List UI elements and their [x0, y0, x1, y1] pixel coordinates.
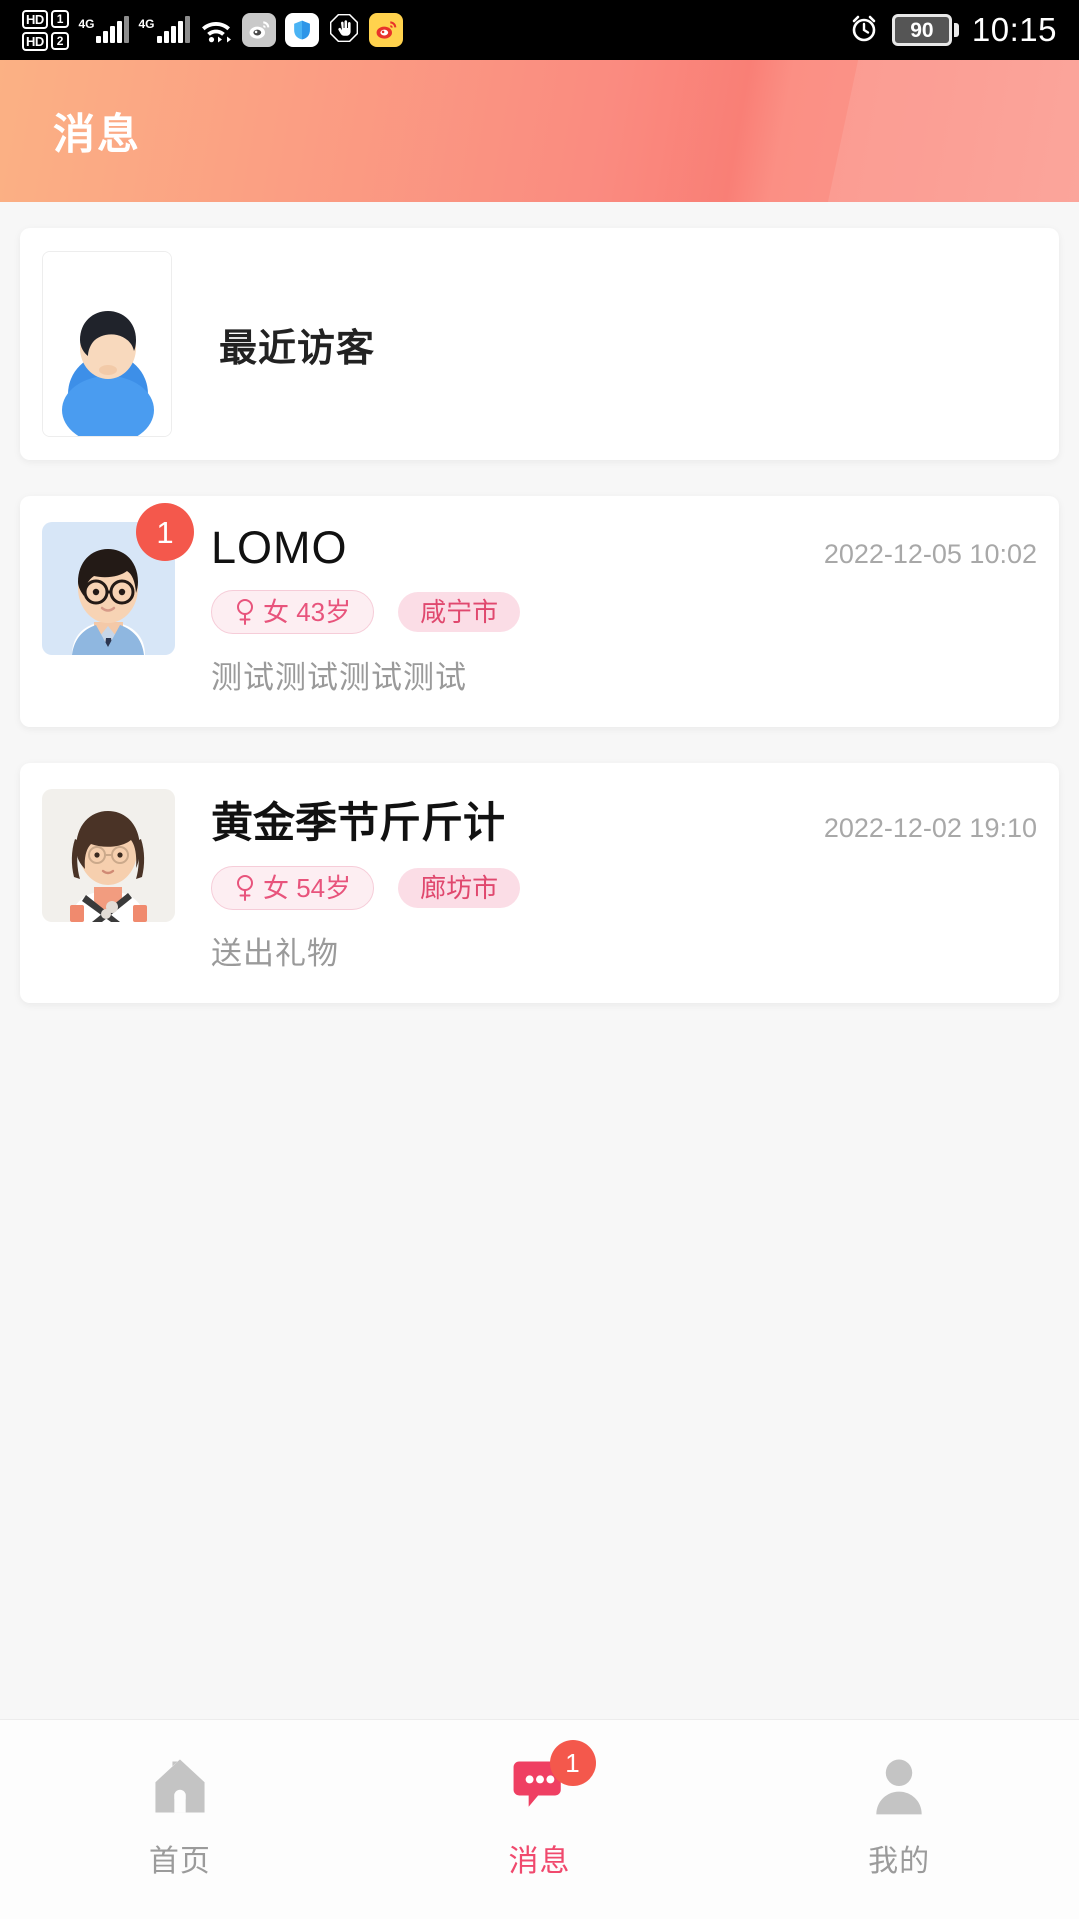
- message-timestamp: 2022-12-02 19:10: [806, 813, 1037, 844]
- message-timestamp: 2022-12-05 10:02: [806, 539, 1037, 570]
- message-header-row: LOMO 2022-12-05 10:02: [211, 522, 1037, 574]
- recent-visitors-label: 最近访客: [219, 317, 375, 372]
- dual-sim-hd-indicator: HD 1 HD 2: [22, 10, 69, 51]
- message-body: 黄金季节斤斤计 2022-12-02 19:10 女 54岁 廊坊市: [211, 789, 1037, 973]
- message-preview: 送出礼物: [211, 928, 1037, 973]
- person-icon: [863, 1750, 935, 1822]
- network-type-label-1: 4G: [78, 17, 94, 31]
- status-bar-right: 90 10:15: [849, 11, 1057, 49]
- avatar-wrapper[interactable]: [42, 789, 175, 922]
- page-header: 消息: [0, 60, 1079, 202]
- recent-visitors-card[interactable]: 最近访客: [20, 228, 1059, 460]
- tab-home[interactable]: 首页: [0, 1750, 360, 1880]
- home-icon: [144, 1750, 216, 1822]
- shield-icon: [285, 13, 319, 47]
- message-item-huangjinjijie[interactable]: 黄金季节斤斤计 2022-12-02 19:10 女 54岁 廊坊市: [20, 763, 1059, 1003]
- gender-age-label: 女 43岁: [263, 599, 351, 625]
- avatar-wrapper[interactable]: 1: [42, 522, 175, 655]
- battery-level-label: 90: [910, 20, 933, 41]
- city-tag: 咸宁市: [398, 592, 520, 632]
- venus-icon: [234, 874, 256, 902]
- signal-icon-sim2: 4G: [138, 17, 189, 43]
- signal-icon-sim1: 4G: [78, 17, 129, 43]
- alarm-icon: [849, 13, 879, 48]
- visitor-avatar[interactable]: [42, 251, 172, 437]
- stop-hand-icon: [328, 12, 360, 49]
- tab-home-label: 首页: [149, 1836, 211, 1880]
- venus-icon: [234, 598, 256, 626]
- status-bar-left: HD 1 HD 2 4G 4G: [22, 10, 403, 51]
- sim-number-1: 1: [51, 10, 70, 28]
- girl-bag-avatar[interactable]: [42, 789, 175, 922]
- tab-messages[interactable]: 1 消息: [360, 1750, 720, 1880]
- tab-profile-label: 我的: [868, 1836, 930, 1880]
- sim-number-2: 2: [51, 32, 70, 50]
- weibo-gray-icon: [242, 13, 276, 47]
- network-type-label-2: 4G: [138, 17, 154, 31]
- unread-badge: 1: [136, 503, 194, 561]
- message-sender-name: LOMO: [211, 522, 348, 574]
- message-body: LOMO 2022-12-05 10:02 女 43岁 咸宁市: [211, 522, 1037, 697]
- message-list: 最近访客: [0, 202, 1079, 1719]
- tab-unread-badge: 1: [550, 1740, 596, 1786]
- page-title: 消息: [53, 101, 141, 162]
- gender-age-tag: 女 43岁: [211, 590, 374, 634]
- app-screen: HD 1 HD 2 4G 4G: [0, 0, 1079, 1919]
- city-tag: 廊坊市: [398, 868, 520, 908]
- gender-age-label: 女 54岁: [263, 875, 351, 901]
- message-preview: 测试测试测试测试: [211, 652, 1037, 697]
- tab-messages-label: 消息: [509, 1836, 571, 1880]
- bottom-tab-bar: 首页 1 消息 我的: [0, 1719, 1079, 1919]
- profile-tags: 女 54岁 廊坊市: [211, 866, 1037, 910]
- gender-age-tag: 女 54岁: [211, 866, 374, 910]
- weibo-red-icon: [369, 13, 403, 47]
- hd-label-1: HD: [22, 10, 48, 29]
- wifi-icon: [199, 16, 233, 44]
- chat-bubble-icon: 1: [504, 1750, 576, 1822]
- message-header-row: 黄金季节斤斤计 2022-12-02 19:10: [211, 789, 1037, 850]
- status-bar-clock: 10:15: [972, 11, 1057, 49]
- message-item-lomo[interactable]: 1 LOMO 2022-12-05 10:02 女: [20, 496, 1059, 727]
- battery-icon: 90: [892, 14, 959, 46]
- profile-tags: 女 43岁 咸宁市: [211, 590, 1037, 634]
- hd-label-2: HD: [22, 32, 48, 51]
- tab-profile[interactable]: 我的: [719, 1750, 1079, 1880]
- message-sender-name: 黄金季节斤斤计: [211, 789, 505, 850]
- status-bar: HD 1 HD 2 4G 4G: [0, 0, 1079, 60]
